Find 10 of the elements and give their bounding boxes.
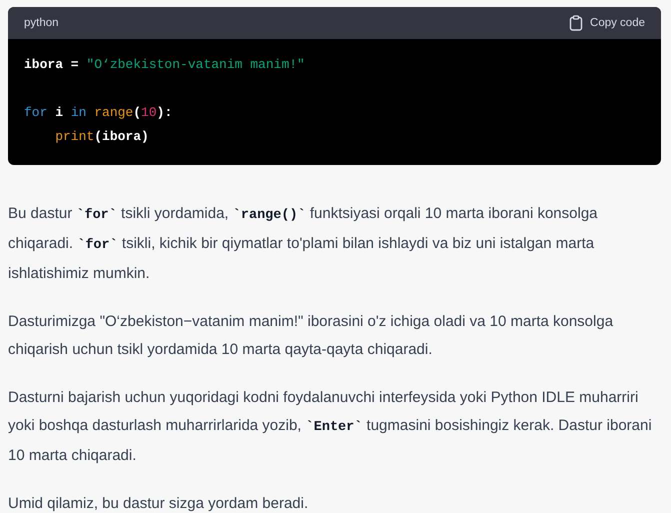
paragraph: Bu dastur `for` tsikli yordamida, `range()` funktsiyasi orqali 10 marta iborani konsolga chiqaradi. `for` tsikli, kichik bir qiymatlar to'plami bilan ishlaydi va biz uni istalgan marta ishlatishimiz mumkin.: [8, 204, 599, 284]
code-line: ibora = "O‘zbekiston-vatanim manim!": [24, 56, 305, 74]
paragraph: Dasturni bajarish uchun yuqoridagi kodni foydalanuvchi interfeysida yoki Python IDLE muharriri yoki boshqa dasturlash muharrirlarida yozib, `Enter` tugmasini bosishingiz kerak. Dastur iborani 10 marta chiqaradi.: [8, 388, 653, 466]
clipboard-icon: [569, 15, 584, 31]
code-line: print(ibora): [54, 128, 149, 146]
copy-code-button[interactable]: Copy code: [569, 15, 645, 31]
paragraph: Dasturimizga "O‘zbekiston−vatanim manim!" iborasini o'z ichiga oladi va 10 marta konsolga chiqarish uchun tsikl yordamida 10 marta qayta-qayta chiqaradi.: [8, 312, 614, 360]
language-label: python: [24, 17, 59, 29]
paragraph: Umid qilamiz, bu dastur sizga yordam beradi.: [8, 494, 310, 513]
code-line: for i in range(10):: [24, 104, 172, 122]
